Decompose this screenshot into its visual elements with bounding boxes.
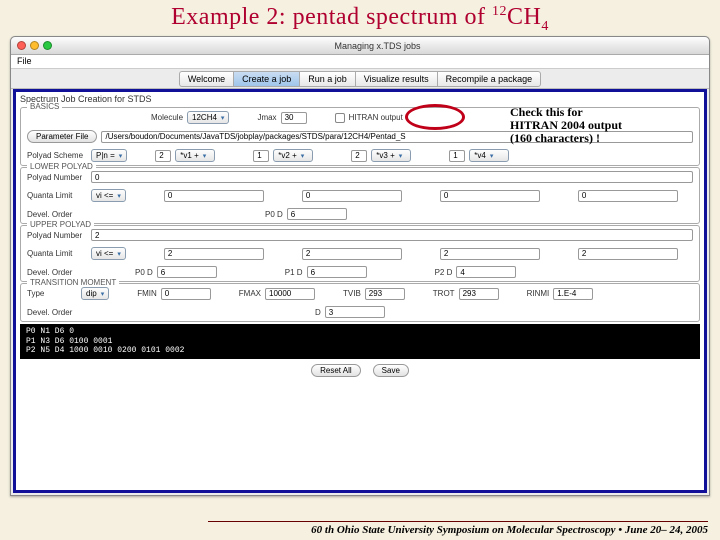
summary-line: P0 N1 D6 0 — [26, 327, 694, 337]
jmax-input[interactable]: 30 — [281, 112, 307, 124]
summary-line: P2 N5 D4 1000 0010 0200 0101 0002 — [26, 346, 694, 356]
polyad-scheme-select[interactable]: P|n = — [91, 149, 127, 162]
tab-run-job[interactable]: Run a job — [299, 71, 355, 87]
menu-bar: File — [11, 55, 709, 69]
fmin-label: FMIN — [137, 289, 157, 298]
fmin-input[interactable]: 0 — [161, 288, 211, 300]
upper-polyad-num[interactable]: 2 — [91, 229, 693, 241]
upper-p2d-label: P2 D — [435, 268, 453, 277]
trans-d-label: D — [315, 308, 321, 317]
lower-ql-3[interactable]: 0 — [440, 190, 540, 202]
p-op4[interactable]: *v4 — [469, 149, 509, 162]
section-transition: TRANSITION MOMENT Type dip FMIN 0 FMAX 1… — [20, 283, 700, 322]
lower-ql-label: Quanta Limit — [27, 191, 87, 200]
save-button[interactable]: Save — [373, 364, 409, 377]
tvib-label: TVIB — [343, 289, 361, 298]
tvib-input[interactable]: 293 — [365, 288, 405, 300]
tab-create-job[interactable]: Create a job — [233, 71, 299, 87]
molecule-label: Molecule — [151, 113, 183, 122]
upper-ql-select[interactable]: vi <= — [91, 247, 126, 260]
tab-recompile[interactable]: Recompile a package — [437, 71, 542, 87]
upper-ql-1[interactable]: 2 — [164, 248, 264, 260]
basics-legend: BASICS — [27, 102, 62, 111]
lower-ql-select[interactable]: vi <= — [91, 189, 126, 202]
upper-ql-3[interactable]: 2 — [440, 248, 540, 260]
lower-p0d-input[interactable]: 6 — [287, 208, 347, 220]
upper-ql-4[interactable]: 2 — [578, 248, 678, 260]
lower-ql-1[interactable]: 0 — [164, 190, 264, 202]
tab-welcome[interactable]: Welcome — [179, 71, 233, 87]
summary-line: P1 N3 D6 0100 0001 — [26, 337, 694, 347]
hitran-checkbox[interactable] — [335, 113, 345, 123]
window-title: Managing x.TDS jobs — [52, 41, 703, 51]
upper-p2d-input[interactable]: 4 — [456, 266, 516, 278]
lower-legend: LOWER POLYAD — [27, 162, 96, 171]
zoom-icon[interactable] — [43, 41, 52, 50]
annotation-callout: Check this for HITRAN 2004 output (160 c… — [510, 106, 622, 146]
upper-polyad-num-label: Polyad Number — [27, 231, 87, 240]
trans-type-select[interactable]: dip — [81, 287, 109, 300]
lower-polyad-num[interactable]: 0 — [91, 171, 693, 183]
rinmi-label: RINMI — [527, 289, 550, 298]
lower-p0d-label: P0 D — [265, 210, 283, 219]
summary-panel: P0 N1 D6 0 P1 N3 D6 0100 0001 P2 N5 D4 1… — [20, 324, 700, 359]
slide-title: Example 2: pentad spectrum of 12CH4 — [0, 0, 720, 37]
molecule-select[interactable]: 12CH4 — [187, 111, 229, 124]
reset-button[interactable]: Reset All — [311, 364, 361, 377]
content-area: Spectrum Job Creation for STDS BASICS Mo… — [13, 89, 707, 493]
tab-visualize[interactable]: Visualize results — [355, 71, 437, 87]
lower-dev-label: Devel. Order — [27, 210, 87, 219]
upper-ql-2[interactable]: 2 — [302, 248, 402, 260]
hitran-label: HITRAN output — [349, 113, 403, 122]
tab-strip: Welcome Create a job Run a job Visualize… — [11, 69, 709, 89]
lower-ql-4[interactable]: 0 — [578, 190, 678, 202]
fmax-input[interactable]: 10000 — [265, 288, 315, 300]
trans-legend: TRANSITION MOMENT — [27, 278, 119, 287]
jmax-label: Jmax — [257, 113, 276, 122]
titlebar: Managing x.TDS jobs — [11, 37, 709, 55]
p-v2[interactable]: 1 — [253, 150, 269, 162]
lower-ql-2[interactable]: 0 — [302, 190, 402, 202]
trans-d-input[interactable]: 3 — [325, 306, 385, 318]
upper-ql-label: Quanta Limit — [27, 249, 87, 258]
upper-p0d-input[interactable]: 6 — [157, 266, 217, 278]
section-upper: UPPER POLYAD Polyad Number 2 Quanta Limi… — [20, 225, 700, 282]
upper-dev-label: Devel. Order — [27, 268, 87, 277]
parameter-file-button[interactable]: Parameter File — [27, 130, 97, 143]
section-lower: LOWER POLYAD Polyad Number 0 Quanta Limi… — [20, 167, 700, 224]
upper-legend: UPPER POLYAD — [27, 220, 94, 229]
upper-p1d-input[interactable]: 6 — [307, 266, 367, 278]
upper-p0d-label: P0 D — [135, 268, 153, 277]
traffic-lights — [17, 41, 52, 50]
polyad-scheme-label: Polyad Scheme — [27, 151, 87, 160]
app-window: Managing x.TDS jobs File Welcome Create … — [10, 36, 710, 496]
p-v1[interactable]: 2 — [155, 150, 171, 162]
close-icon[interactable] — [17, 41, 26, 50]
minimize-icon[interactable] — [30, 41, 39, 50]
trot-label: TROT — [433, 289, 455, 298]
trans-dev-label: Devel. Order — [27, 308, 87, 317]
p-op2[interactable]: *v2 + — [273, 149, 313, 162]
fmax-label: FMAX — [239, 289, 261, 298]
trans-type-label: Type — [27, 289, 77, 298]
trot-input[interactable]: 293 — [459, 288, 499, 300]
p-v4[interactable]: 1 — [449, 150, 465, 162]
p-op1[interactable]: *v1 + — [175, 149, 215, 162]
rinmi-input[interactable]: 1.E-4 — [553, 288, 593, 300]
p-v3[interactable]: 2 — [351, 150, 367, 162]
lower-polyad-num-label: Polyad Number — [27, 173, 87, 182]
slide-footer: 60 th Ohio State University Symposium on… — [208, 521, 708, 536]
p-op3[interactable]: *v3 + — [371, 149, 411, 162]
file-menu[interactable]: File — [17, 56, 32, 66]
content-header: Spectrum Job Creation for STDS — [16, 92, 704, 106]
upper-p1d-label: P1 D — [285, 268, 303, 277]
